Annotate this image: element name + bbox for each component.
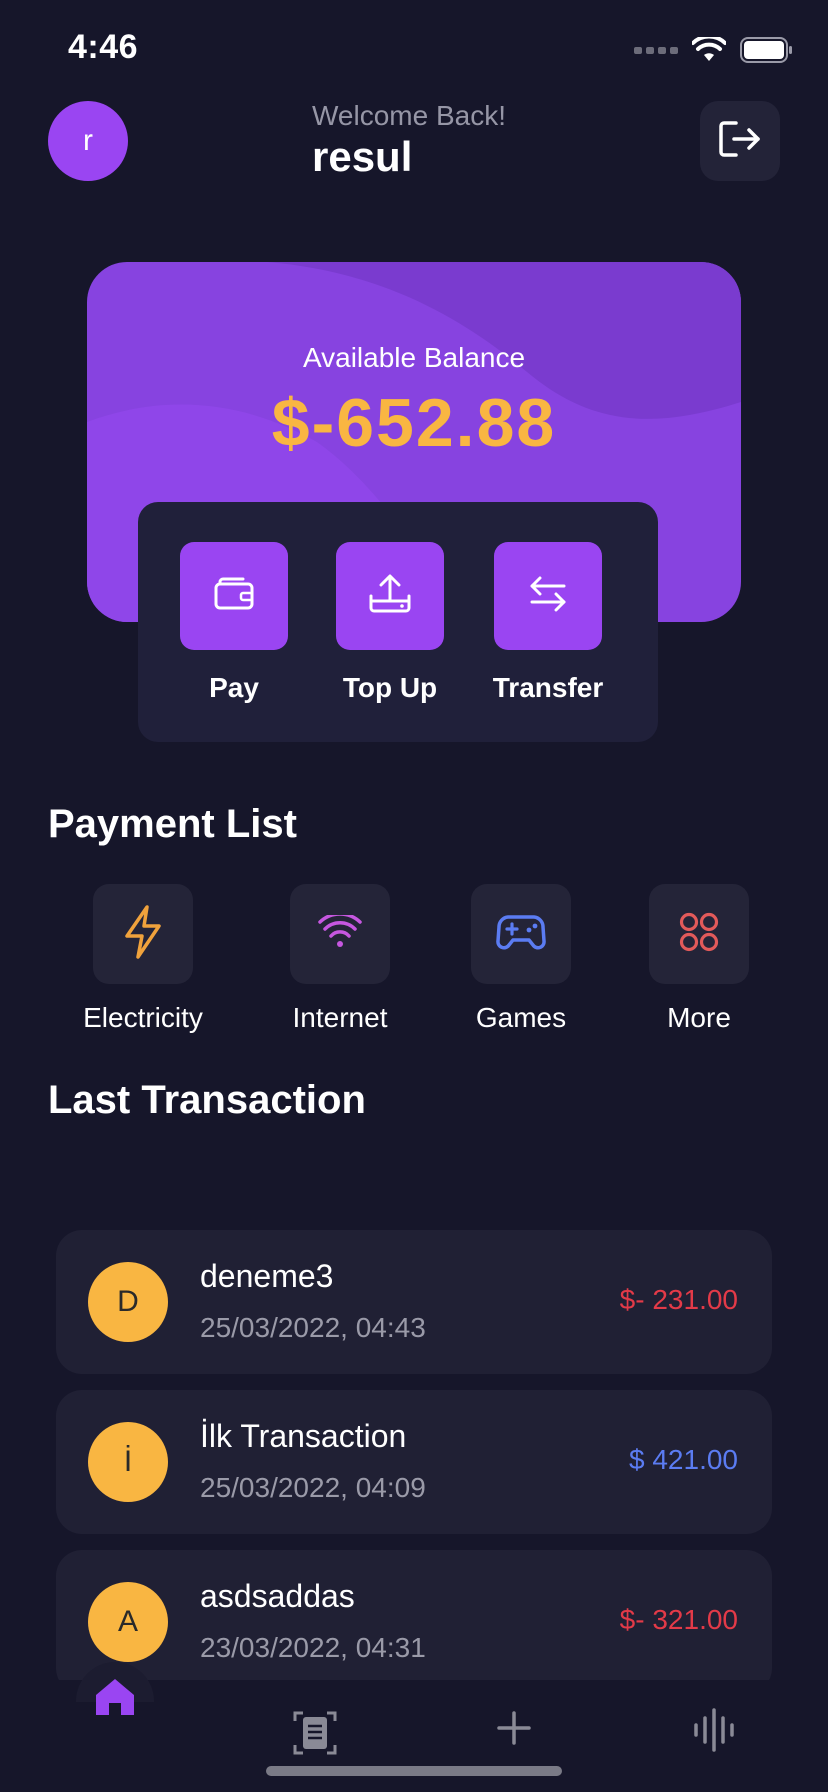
transaction-date: 25/03/2022, 04:43 xyxy=(200,1312,426,1343)
home-icon xyxy=(94,1677,136,1722)
nav-activity[interactable] xyxy=(690,1707,738,1757)
transaction-avatar: A xyxy=(88,1582,168,1662)
wallet-icon xyxy=(213,577,255,616)
transaction-amount: $ 421.00 xyxy=(629,1444,738,1475)
home-indicator xyxy=(266,1766,562,1776)
top-up-tile[interactable] xyxy=(336,542,444,650)
transaction-date: 25/03/2022, 04:09 xyxy=(200,1472,426,1503)
pay-button[interactable]: Pay xyxy=(159,542,309,704)
logout-icon xyxy=(718,119,762,164)
transaction-row[interactable]: İ İlk Transaction 25/03/2022, 04:09 $ 42… xyxy=(56,1390,772,1534)
top-up-label: Top Up xyxy=(342,672,438,703)
transaction-name: deneme3 xyxy=(200,1258,334,1294)
pay-label: Pay xyxy=(209,672,259,703)
payment-electricity[interactable]: Electricity xyxy=(48,884,238,1034)
plus-icon xyxy=(497,1710,531,1750)
transaction-amount: $- 231.00 xyxy=(619,1284,738,1315)
pay-tile[interactable] xyxy=(180,542,288,650)
app-screen: 4:46 r Welcome Back! resul Available Bal… xyxy=(0,0,828,1792)
signal-icon xyxy=(634,46,678,54)
balance-label: Available Balance xyxy=(302,342,526,373)
username: resul xyxy=(312,133,413,180)
balance-amount: $-652.88 xyxy=(271,385,557,461)
last-transaction-title: Last Transaction xyxy=(48,1078,366,1122)
nav-add[interactable] xyxy=(494,1710,534,1750)
transfer-button[interactable]: Transfer xyxy=(473,542,623,704)
transaction-row[interactable]: A asdsaddas 23/03/2022, 04:31 $- 321.00 xyxy=(56,1550,772,1694)
nav-home[interactable] xyxy=(86,1674,144,1724)
transaction-avatar: İ xyxy=(88,1422,168,1502)
wifi-signal-icon xyxy=(318,911,362,954)
internet-tile[interactable] xyxy=(290,884,390,984)
electricity-tile[interactable] xyxy=(93,884,193,984)
more-label: More xyxy=(667,1002,731,1033)
welcome-text: Welcome Back! xyxy=(312,100,506,131)
transaction-name: asdsaddas xyxy=(200,1578,355,1614)
avatar-letter: r xyxy=(83,124,93,157)
electricity-label: Electricity xyxy=(83,1002,203,1033)
gamepad-icon xyxy=(496,913,546,956)
payment-list-title: Payment List xyxy=(48,802,297,846)
status-time: 4:46 xyxy=(68,28,139,66)
status-icons xyxy=(634,36,794,64)
top-up-button[interactable]: Top Up xyxy=(315,542,465,704)
games-tile[interactable] xyxy=(471,884,571,984)
internet-label: Internet xyxy=(292,1002,388,1033)
wifi-icon xyxy=(692,37,726,63)
transfer-label: Transfer xyxy=(492,672,604,703)
battery-icon xyxy=(740,37,794,63)
scan-icon xyxy=(293,1709,337,1762)
avatar[interactable]: r xyxy=(48,101,128,181)
transaction-date: 23/03/2022, 04:31 xyxy=(200,1632,426,1663)
payment-games[interactable]: Games xyxy=(426,884,616,1034)
more-tile[interactable] xyxy=(649,884,749,984)
games-label: Games xyxy=(475,1002,567,1033)
action-panel: Pay Top Up Transfer xyxy=(138,502,658,742)
transaction-name: İlk Transaction xyxy=(200,1418,407,1454)
logout-button[interactable] xyxy=(700,101,780,181)
transfer-icon xyxy=(528,576,568,617)
waveform-icon xyxy=(693,1707,735,1757)
transaction-row[interactable]: D deneme3 25/03/2022, 04:43 $- 231.00 xyxy=(56,1230,772,1374)
transfer-tile[interactable] xyxy=(494,542,602,650)
payment-more[interactable]: More xyxy=(604,884,794,1034)
transaction-amount: $- 321.00 xyxy=(619,1604,738,1635)
grid-icon xyxy=(678,911,720,958)
upload-icon xyxy=(368,574,412,619)
nav-scan[interactable] xyxy=(288,1708,342,1762)
lightning-icon xyxy=(121,904,165,965)
transaction-avatar: D xyxy=(88,1262,168,1342)
payment-internet[interactable]: Internet xyxy=(245,884,435,1034)
